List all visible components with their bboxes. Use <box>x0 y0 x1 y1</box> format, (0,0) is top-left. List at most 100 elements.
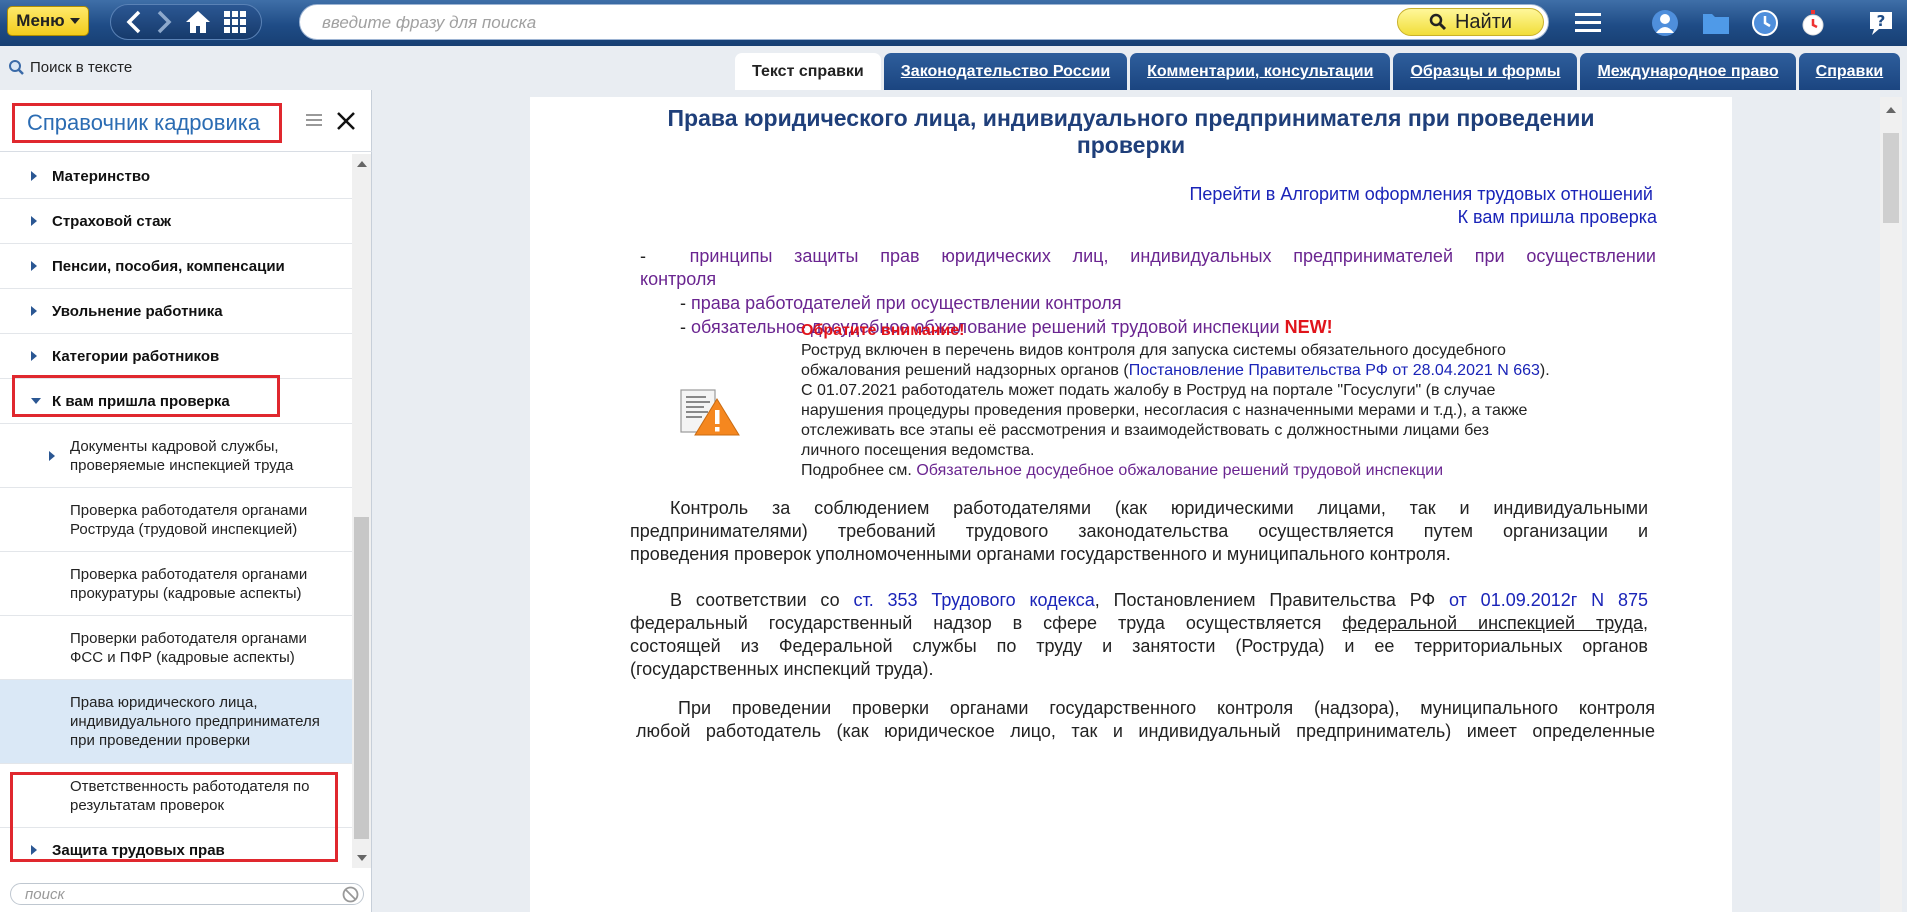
paragraph-line: состоящей из Федеральной службы по труду… <box>630 636 1648 656</box>
document-tabs: Текст справки Законодательство России Ко… <box>735 53 1901 90</box>
clear-filter-icon[interactable] <box>342 886 359 903</box>
scroll-thumb[interactable] <box>354 517 369 839</box>
tree-item[interactable]: Материнство <box>0 154 352 199</box>
tab-references[interactable]: Справки <box>1798 53 1901 90</box>
document-scrollbar[interactable] <box>1880 97 1902 912</box>
collapse-arrow-icon[interactable] <box>31 398 41 404</box>
paragraph-line: При проведении проверки органами государ… <box>678 698 1655 718</box>
link-decree-663[interactable]: Постановление Правительства РФ от 28.04.… <box>1129 362 1540 379</box>
tab-samples-forms[interactable]: Образцы и формы <box>1393 53 1578 90</box>
term-federal-labor-inspection: федеральной инспекцией труда <box>1342 613 1643 633</box>
svg-text:?: ? <box>1877 12 1886 30</box>
notice-line: отслеживать все этапы её рассмотрения и … <box>801 422 1489 439</box>
find-in-text-label: Поиск в тексте <box>30 59 133 76</box>
tree-item[interactable]: Страховой стаж <box>0 199 352 244</box>
tree-item-expanded[interactable]: К вам пришла проверка <box>0 379 352 424</box>
expand-arrow-icon[interactable] <box>31 261 37 271</box>
notice-line: С 01.07.2021 работодатель может подать ж… <box>801 382 1496 399</box>
link-principles[interactable]: принципы защиты прав юридических лиц, ин… <box>690 246 1656 266</box>
menu-button-label: Меню <box>16 11 65 30</box>
scroll-up-icon[interactable] <box>1886 107 1896 113</box>
tree-subitem[interactable]: Документы кадровой службы, проверяемые ин… <box>0 424 352 488</box>
find-in-text-button[interactable]: Поиск в тексте <box>8 59 132 76</box>
link-appeal[interactable]: обязательное досудебное обжалование реше… <box>691 317 1280 337</box>
tree-subitem[interactable]: Проверки работодателя органами ФСС и ПФР … <box>0 616 352 680</box>
paragraph-line: любой работодатель (как юридическое лицо… <box>636 721 1655 741</box>
expand-arrow-icon[interactable] <box>31 351 37 361</box>
top-toolbar: Меню Найти ? <box>0 0 1907 46</box>
tree-subitem-selected[interactable]: Права юридического лица, индивидуального … <box>0 680 352 764</box>
link-mandatory-appeal[interactable]: Обязательное досудебное обжалование реше… <box>916 462 1443 479</box>
tree-subitem[interactable]: Проверка работодателя органами прокуратур… <box>0 552 352 616</box>
expand-arrow-icon[interactable] <box>31 306 37 316</box>
notice-line: Роструд включен в перечень видов контрол… <box>801 342 1506 359</box>
document-viewer: Права юридического лица, индивидуального… <box>382 97 1880 912</box>
paragraph-line: предпринимателями) требований трудового … <box>630 521 1648 541</box>
history-clock-icon[interactable] <box>1749 7 1781 39</box>
hamburger-icon[interactable] <box>1572 7 1604 39</box>
link-principles-cont[interactable]: контроля <box>640 269 716 289</box>
search-input[interactable] <box>322 12 1382 34</box>
link-algorithm[interactable]: Перейти в Алгоритм оформления трудовых о… <box>1189 184 1653 204</box>
close-icon[interactable] <box>334 109 358 133</box>
back-icon[interactable] <box>125 10 143 34</box>
panel-title: Справочник кадровика <box>12 103 282 143</box>
bullet-principles: - принципы защиты прав юридических лиц, … <box>640 246 1656 266</box>
expand-arrow-icon[interactable] <box>31 216 37 226</box>
paragraph-line: Контроль за соблюдением работодателями (… <box>670 498 1648 518</box>
link-employer-rights[interactable]: права работодателей при осуществлении ко… <box>691 293 1121 313</box>
navigation-group <box>110 4 262 40</box>
find-button-label: Найти <box>1454 10 1513 33</box>
home-icon[interactable] <box>185 10 211 34</box>
folder-icon[interactable] <box>1700 7 1732 39</box>
notice-heading: Обратите внимание! <box>801 322 965 339</box>
help-icon[interactable]: ? <box>1865 7 1897 39</box>
topic-tree: Материнство Страховой стаж Пенсии, пособ… <box>0 154 352 868</box>
paragraph-line: проведения проверок уполномоченными орга… <box>630 544 1451 564</box>
scroll-up-icon[interactable] <box>357 161 367 167</box>
new-badge: NEW! <box>1284 317 1333 337</box>
stopwatch-icon[interactable] <box>1797 7 1829 39</box>
tab-international-law[interactable]: Международное право <box>1580 53 1796 90</box>
bullet-employer-rights: - права работодателей при осуществлении … <box>680 293 1122 313</box>
scroll-thumb[interactable] <box>1883 133 1899 223</box>
notice-line: нарушения процедуры проведения проверки,… <box>801 402 1528 419</box>
tab-comments-consultations[interactable]: Комментарии, консультации <box>1130 53 1391 90</box>
warning-document-icon <box>677 387 747 439</box>
user-icon[interactable] <box>1649 7 1681 39</box>
tree-item[interactable]: Пенсии, пособия, компенсации <box>0 244 352 289</box>
grid-icon[interactable] <box>223 10 247 34</box>
tab-help-text[interactable]: Текст справки <box>735 53 881 90</box>
find-button[interactable]: Найти <box>1397 8 1544 36</box>
expand-arrow-icon[interactable] <box>31 171 37 181</box>
link-article-353[interactable]: ст. 353 Трудового кодекса <box>853 590 1094 610</box>
scroll-down-icon[interactable] <box>357 855 367 861</box>
paragraph-line: федеральный государственный надзор в сфе… <box>630 613 1649 633</box>
tab-russian-legislation[interactable]: Законодательство России <box>883 53 1128 90</box>
menu-button[interactable]: Меню <box>7 6 89 36</box>
list-icon[interactable] <box>306 112 322 128</box>
panel-filter-input[interactable] <box>25 886 325 902</box>
link-you-have-inspection[interactable]: К вам пришла проверка <box>1458 207 1657 227</box>
link-decree-875[interactable]: от 01.09.2012г N 875 <box>1449 590 1648 610</box>
tree-item[interactable]: Защита трудовых прав <box>0 828 352 868</box>
tree-subitem[interactable]: Проверка работодателя органами Роструда (… <box>0 488 352 552</box>
tree-scrollbar[interactable] <box>352 154 371 868</box>
paragraph-line: (государственных инспекций труда). <box>630 659 934 679</box>
bullet-appeal: - обязательное досудебное обжалование ре… <box>680 317 1333 337</box>
navigator-panel: Справочник кадровика Материнство Страхов… <box>0 90 372 912</box>
paragraph-line: В соответствии со ст. 353 Трудового коде… <box>670 590 1648 610</box>
tree-item[interactable]: Увольнение работника <box>0 289 352 334</box>
forward-icon[interactable] <box>155 10 173 34</box>
tree-item[interactable]: Категории работников <box>0 334 352 379</box>
notice-line: обжалования решений надзорных органов (П… <box>801 362 1550 379</box>
chevron-down-icon <box>69 18 80 24</box>
expand-arrow-icon[interactable] <box>31 845 37 855</box>
notice-line: Подробнее см. Обязательное досудебное об… <box>801 462 1444 479</box>
tree-subitem[interactable]: Ответственность работодателя по результат… <box>0 764 352 828</box>
search-bar: Найти <box>299 4 1549 40</box>
document-margin <box>1732 97 1880 912</box>
expand-arrow-icon[interactable] <box>49 450 55 461</box>
document-title: Права юридического лица, индивидуального… <box>667 105 1595 158</box>
document-margin <box>382 97 530 912</box>
